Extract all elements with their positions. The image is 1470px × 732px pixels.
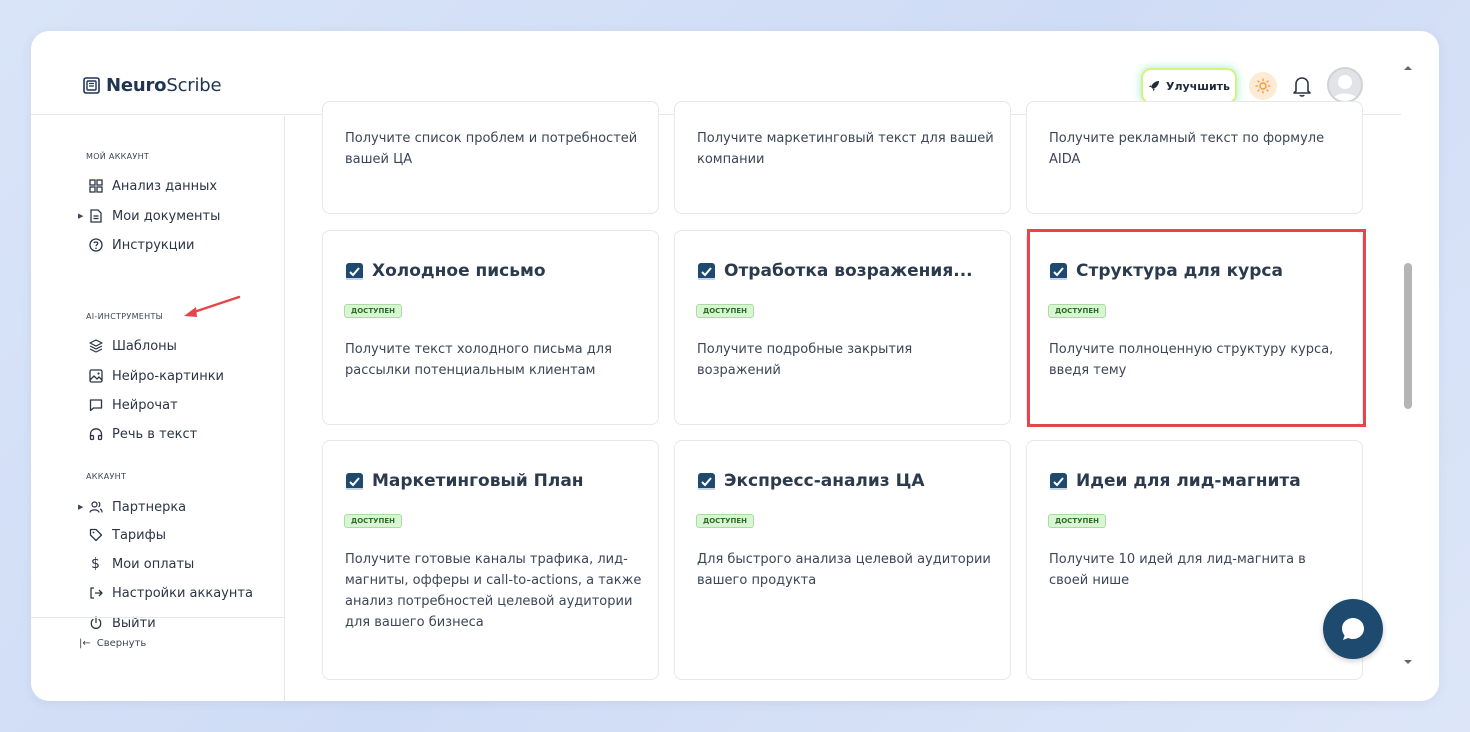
card-description: Получите текст холодного письма для расс… (345, 342, 612, 378)
rocket-icon (1149, 81, 1159, 91)
sidebar-divider (31, 617, 285, 618)
template-card[interactable]: Получите список проблем и потребностей в… (322, 101, 659, 214)
card-description: Получите готовые каналы трафика, лид-маг… (345, 552, 642, 630)
scroll-up-icon[interactable] (1401, 63, 1415, 73)
status-badge: доступен (344, 304, 402, 318)
document-icon (87, 208, 104, 225)
logo-icon (83, 77, 100, 94)
card-description: Получите маркетинговый текст для вашей к… (697, 131, 994, 167)
template-card[interactable]: Получите маркетинговый текст для вашей к… (674, 101, 1011, 214)
image-icon (87, 368, 104, 385)
checkbox-icon (1050, 262, 1067, 280)
annotation-arrow-icon (184, 295, 241, 317)
dollar-icon: $ (91, 556, 100, 572)
template-card[interactable]: Получите рекламный текст по формуле AIDA (1026, 101, 1363, 214)
bell-icon[interactable] (1291, 74, 1313, 98)
card-description: Получите список проблем и потребностей в… (345, 131, 638, 167)
upgrade-button[interactable]: Улучшить (1143, 70, 1235, 102)
checkbox-icon (346, 472, 363, 490)
sidebar-item-neuro-images[interactable]: Нейро-картинки (78, 364, 278, 388)
avatar[interactable] (1327, 67, 1363, 103)
status-badge: доступен (1048, 514, 1106, 528)
help-circle-icon (87, 237, 104, 254)
template-card-lead-magnet[interactable]: Идеи для лид-магнита доступен Получите 1… (1026, 440, 1363, 680)
status-badge: доступен (1048, 304, 1106, 318)
upgrade-label: Улучшить (1166, 79, 1230, 93)
sidebar-item-account-settings[interactable]: Настройки аккаунта (78, 581, 278, 605)
section-title-account: Аккаунт (86, 472, 127, 481)
checkbox-icon (698, 472, 715, 490)
card-description: Получите полноценную структуру курса, вв… (1049, 342, 1334, 378)
card-title: Идеи для лид-магнита (1076, 471, 1301, 491)
sidebar-item-tariffs[interactable]: Тарифы (78, 523, 278, 547)
collapse-arrow-icon: |← (79, 638, 91, 649)
scroll-thumb[interactable] (1404, 263, 1412, 409)
status-badge: доступен (696, 514, 754, 528)
template-card-objections[interactable]: Отработка возражения... доступен Получит… (674, 230, 1011, 425)
chat-support-button[interactable] (1323, 599, 1383, 659)
status-badge: доступен (696, 304, 754, 318)
caret-right-icon[interactable]: ▶ (78, 503, 87, 511)
checkbox-icon (698, 262, 715, 280)
sidebar-item-data-analysis[interactable]: Анализ данных (78, 174, 278, 198)
theme-toggle[interactable] (1249, 72, 1277, 100)
caret-right-icon[interactable]: ▶ (78, 212, 87, 220)
template-card-express-analysis[interactable]: Экспресс-анализ ЦА доступен Для быстрого… (674, 440, 1011, 680)
section-title-ai-tools: AI-инструменты (86, 312, 164, 321)
chat-bubble-icon (1342, 618, 1364, 640)
layers-icon (87, 338, 104, 355)
checkbox-icon (346, 262, 363, 280)
logo-text: NeuroScribe (106, 75, 222, 96)
checkbox-icon (1050, 472, 1067, 490)
logo[interactable]: NeuroScribe (83, 75, 222, 96)
user-avatar-icon (1332, 75, 1358, 101)
app-window: NeuroScribe Улучшить МОЙ АККАУНТ Анализ … (31, 31, 1439, 701)
tag-icon (87, 527, 104, 544)
card-title: Отработка возражения... (724, 261, 973, 281)
card-title: Экспресс-анализ ЦА (724, 471, 925, 491)
sidebar-item-partner[interactable]: ▶ Партнерка (78, 495, 278, 519)
headphones-icon (87, 426, 104, 443)
status-badge: доступен (344, 514, 402, 528)
sidebar-item-my-payments[interactable]: $ Мои оплаты (78, 552, 278, 576)
sidebar: Мой аккаунт Анализ данных ▶ Мои документ… (31, 116, 285, 701)
card-title: Маркетинговый План (372, 471, 584, 491)
card-title: Холодное письмо (372, 261, 546, 281)
scroll-down-icon[interactable] (1401, 657, 1415, 667)
sun-icon (1255, 78, 1271, 94)
template-card-marketing-plan[interactable]: Маркетинговый План доступен Получите гот… (322, 440, 659, 680)
settings-exit-icon (87, 585, 104, 602)
card-title: Структура для курса (1076, 261, 1283, 281)
collapse-button[interactable]: |← Свернуть (79, 638, 146, 649)
template-card-course-structure[interactable]: Структура для курса доступен Получите по… (1026, 230, 1363, 425)
sidebar-item-logout[interactable]: Выйти (78, 611, 278, 635)
sidebar-item-speech-to-text[interactable]: Речь в текст (78, 422, 278, 446)
template-card-cold-letter[interactable]: Холодное письмо доступен Получите текст … (322, 230, 659, 425)
sidebar-item-instructions[interactable]: Инструкции (78, 233, 278, 257)
card-description: Получите рекламный текст по формуле AIDA (1049, 131, 1325, 167)
sidebar-item-neurochat[interactable]: Нейрочат (78, 393, 278, 417)
card-description: Получите подробные закрытия возражений (697, 342, 913, 378)
grid-icon (87, 178, 104, 195)
sidebar-item-my-documents[interactable]: ▶ Мои документы (78, 204, 278, 228)
card-description: Для быстрого анализа целевой аудитории в… (697, 552, 991, 588)
users-icon (87, 499, 104, 516)
section-title-my-account: Мой аккаунт (86, 152, 150, 161)
sidebar-item-templates[interactable]: Шаблоны (78, 334, 278, 358)
chat-icon (87, 397, 104, 414)
card-description: Получите 10 идей для лид-магнита в своей… (1049, 552, 1306, 588)
